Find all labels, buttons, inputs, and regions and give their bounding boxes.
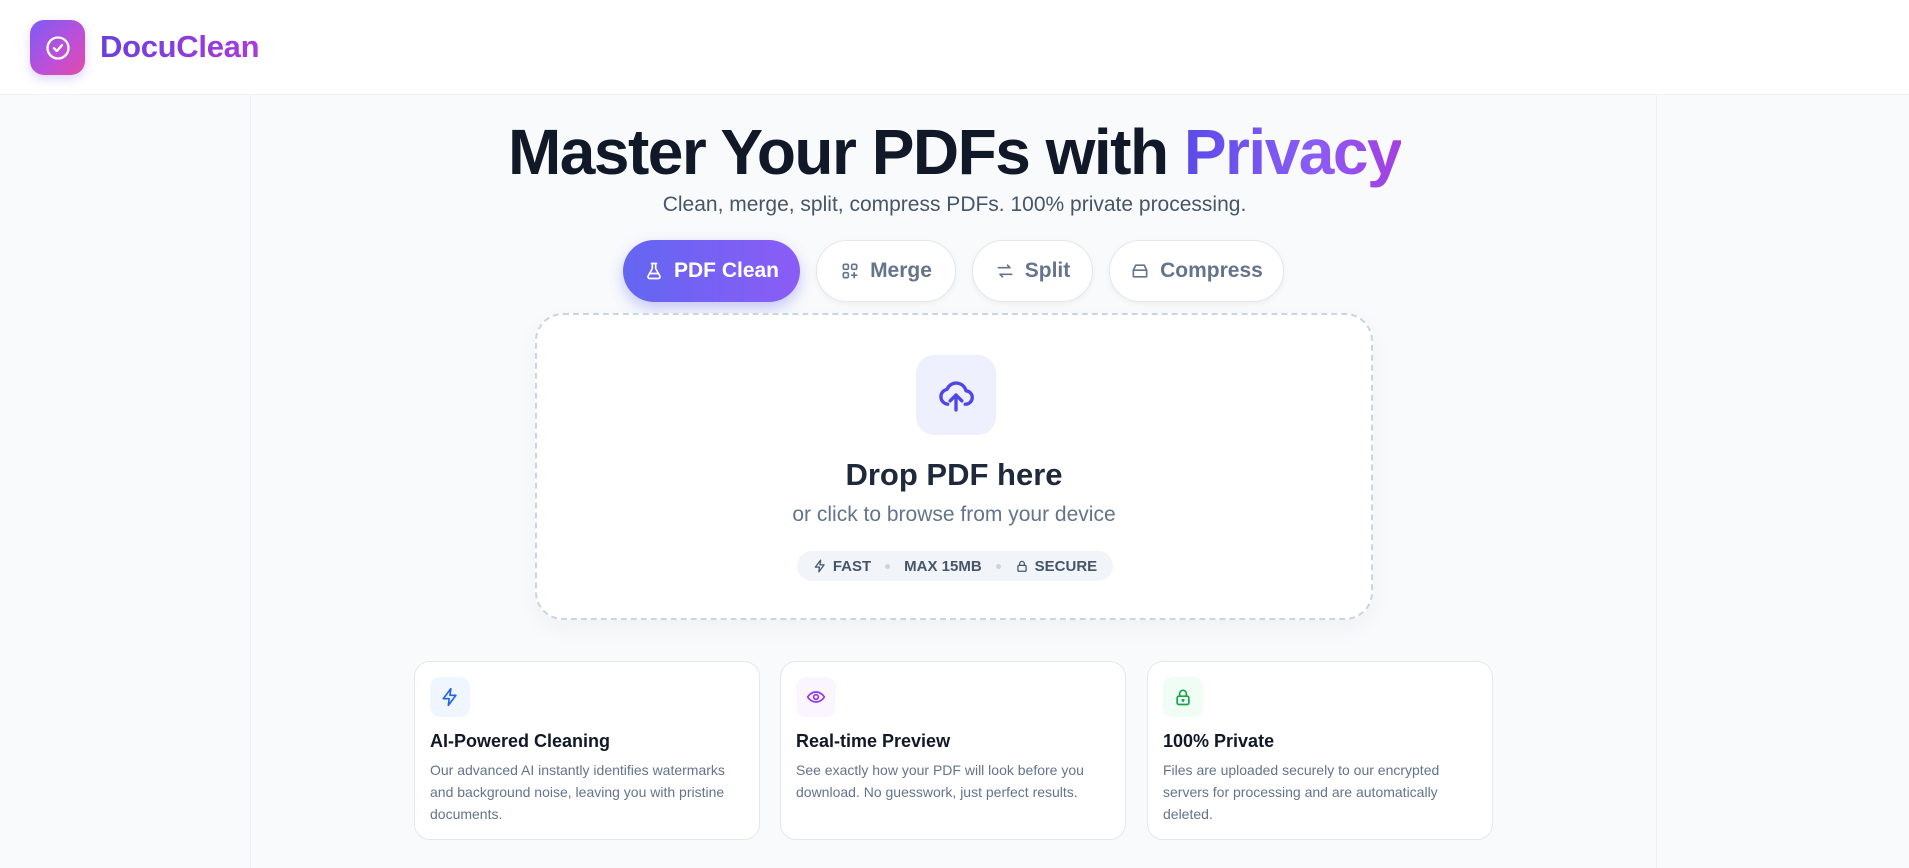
archive-icon [1132,264,1148,278]
lightning-icon [814,559,825,573]
drop-title: Drop PDF here [845,457,1063,492]
drop-subtitle: or click to browse from your device [792,503,1116,526]
page-title: Master Your PDFs with Privacy [0,112,1909,192]
chip-label: FAST [832,557,872,575]
feature-card-preview: Real-time Preview See exactly how your P… [780,661,1126,840]
lock-icon [1016,560,1027,572]
feature-description: See exactly how your PDF will look befor… [796,762,1084,800]
feature-icon-tile [796,677,836,717]
arrows-swap-icon [997,264,1013,278]
tab-merge[interactable]: Merge [816,240,956,302]
tab-split[interactable]: Split [972,240,1093,302]
lock-icon [1176,689,1190,706]
chip-secure: SECURE [1015,557,1098,575]
top-bar: DocuClean [0,0,1909,95]
tab-label: Merge [870,259,932,282]
title-main: Master Your PDFs with [507,116,1184,188]
title-accent: Privacy [1183,116,1403,188]
feature-icon-tile [1163,677,1203,717]
tool-tabs: PDF Clean Merge Split Compress [0,240,1909,302]
pdf-drop-zone[interactable]: Drop PDF here or click to browse from yo… [535,313,1373,620]
feature-title: 100% Private [1163,731,1275,751]
logo[interactable] [30,20,85,75]
tab-label: Split [1024,259,1071,282]
flask-icon [647,262,661,280]
feature-card-ai-cleaning: AI-Powered Cleaning Our advanced AI inst… [414,661,760,840]
tab-label: Compress [1160,259,1263,282]
grid-plus-icon [842,263,858,279]
separator-dot [995,563,1001,569]
feature-title: Real-time Preview [796,731,951,751]
cloud-upload-icon [939,381,974,412]
chip-label: MAX 15MB [904,557,982,575]
upload-icon-tile [916,355,996,435]
feature-icon-tile [430,677,470,717]
tab-pdf-clean[interactable]: PDF Clean [623,240,800,302]
upload-info-chips: FAST MAX 15MB SECURE [797,551,1113,581]
tab-compress[interactable]: Compress [1109,240,1284,302]
page-subtitle: Clean, merge, split, compress PDFs. 100%… [662,193,1247,216]
check-circle-icon [45,35,70,60]
feature-description: Our advanced AI instantly identifies wat… [430,762,725,822]
eye-icon [806,691,826,703]
feature-title: AI-Powered Cleaning [430,731,611,751]
separator-dot [885,563,891,569]
brand-name[interactable]: DocuClean [100,29,260,65]
chip-fast: FAST [813,558,871,575]
feature-card-private: 100% Private Files are uploaded securely… [1147,661,1493,840]
chip-label: SECURE [1034,557,1098,575]
lightning-icon [442,687,457,707]
feature-description: Files are uploaded securely to our encry… [1163,762,1440,822]
chip-max-size: MAX 15MB [904,558,982,575]
tab-label: PDF Clean [673,259,780,282]
